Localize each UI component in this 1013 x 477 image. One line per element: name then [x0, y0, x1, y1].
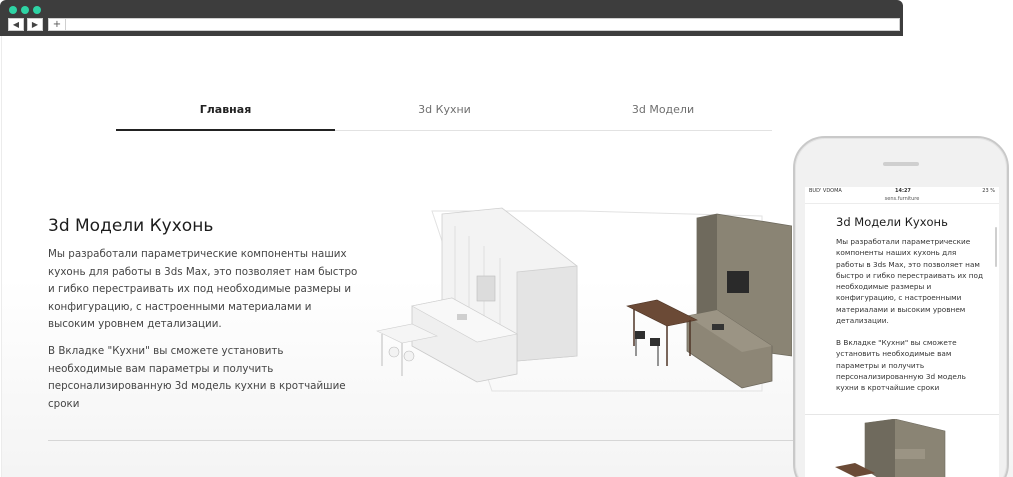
- phone-status-bar: BUD' VDOMA 14:27 23 %: [805, 187, 999, 196]
- browser-titlebar: ◀ ▶ +: [0, 0, 903, 36]
- mobile-divider: [805, 414, 999, 415]
- hero-title: 3d Модели Кухонь: [48, 216, 214, 236]
- battery-label: 23 %: [982, 188, 995, 194]
- forward-button[interactable]: ▶: [27, 18, 43, 31]
- hero-paragraph-2: В Вкладке "Кухни" вы сможете установить …: [48, 345, 346, 410]
- new-tab-button[interactable]: +: [49, 18, 66, 31]
- back-button[interactable]: ◀: [8, 18, 24, 31]
- mockup-stage: ◀ ▶ + Главная 3d Кухни 3d Модели 3d Моде…: [0, 0, 1013, 477]
- hero-paragraph-1: Мы разработали параметрические компонент…: [48, 248, 358, 330]
- address-bar[interactable]: +: [48, 18, 900, 31]
- mobile-hero-paragraph-2: В Вкладке "Кухни" вы сможете установить …: [836, 338, 966, 393]
- mobile-hero-paragraph-1: Мы разработали параметрические компонент…: [836, 237, 984, 326]
- mobile-hero-title: 3d Модели Кухонь: [836, 215, 948, 229]
- tab-3d-models[interactable]: 3d Модели: [554, 96, 772, 131]
- mobile-kitchen-render-image: [835, 419, 946, 477]
- window-dot-2[interactable]: [21, 6, 29, 14]
- phone-url-bar[interactable]: sens.furniture: [805, 196, 999, 204]
- phone-mockup: BUD' VDOMA 14:27 23 % sens.furniture 3d …: [793, 136, 1009, 477]
- main-nav-tabs: Главная 3d Кухни 3d Модели: [116, 96, 772, 131]
- tab-home[interactable]: Главная: [116, 96, 335, 131]
- phone-screen: BUD' VDOMA 14:27 23 % sens.furniture 3d …: [805, 187, 999, 477]
- kitchen-render-image: [376, 207, 792, 392]
- section-divider: [48, 440, 808, 441]
- window-dot-3[interactable]: [33, 6, 41, 14]
- phone-speaker: [883, 162, 919, 166]
- carrier-label: BUD' VDOMA: [809, 188, 842, 194]
- tab-3d-kitchens[interactable]: 3d Кухни: [335, 96, 554, 131]
- window-dot-1[interactable]: [9, 6, 17, 14]
- clock-label: 14:27: [895, 188, 911, 194]
- phone-scrollbar[interactable]: [995, 227, 997, 267]
